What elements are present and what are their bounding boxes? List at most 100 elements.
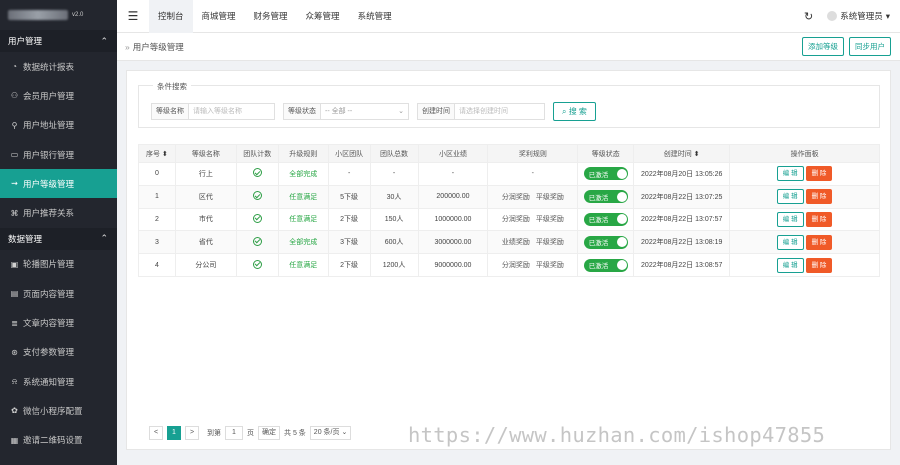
column-header-label: 团队计数 xyxy=(243,150,272,158)
sidebar-item[interactable]: ⌘ 用户推荐关系 xyxy=(0,198,117,227)
cell-zone-team: - xyxy=(327,162,371,186)
delete-button[interactable]: 删 除 xyxy=(805,257,833,273)
sidebar-item[interactable]: ⍾ 系统通知管理 xyxy=(0,367,117,396)
user-menu[interactable]: 系统管理员 ▾ xyxy=(827,10,890,22)
location-icon: ⚲ xyxy=(11,120,18,130)
cell-zone-performance: 9000000.00 xyxy=(417,253,489,277)
sort-icon[interactable]: ⬍ xyxy=(694,151,700,158)
sidebar-section-1[interactable]: 数据管理 ⌃ xyxy=(0,227,117,250)
sidebar-item[interactable]: ⊛ 支付参数管理 xyxy=(0,338,117,367)
sidebar-item[interactable]: ◔ 数据统计报表 xyxy=(0,52,117,81)
column-header[interactable]: 序号 ⬍ xyxy=(138,144,176,163)
sidebar-item[interactable]: ▣ 轮播图片管理 xyxy=(0,250,117,279)
top-nav-item[interactable]: 商城管理 xyxy=(193,0,245,33)
cell-team-total: - xyxy=(369,162,419,186)
reward-rule-tag: 平级奖励 xyxy=(535,193,564,201)
sidebar-item[interactable]: ⚇ 会员用户管理 xyxy=(0,81,117,110)
create-time-input[interactable]: 请选择创建时间 xyxy=(455,103,545,120)
goto-confirm-button[interactable]: 确定 xyxy=(258,426,280,440)
search-button[interactable]: ⌕ 搜 索 xyxy=(553,102,596,121)
edit-button[interactable]: 编 辑 xyxy=(776,234,804,250)
breadcrumb-bar: » 用户等级管理 添加等级 同步用户 xyxy=(117,33,900,61)
cell-status: 已激活 xyxy=(577,162,635,186)
sort-icon[interactable]: ⬍ xyxy=(162,151,168,158)
level-icon: ⇝ xyxy=(11,179,18,189)
page-1-button[interactable]: 1 xyxy=(167,426,181,440)
breadcrumb: » 用户等级管理 xyxy=(125,41,184,53)
cell-zone-team: 5下级 xyxy=(327,184,371,209)
toggle-knob xyxy=(616,168,627,179)
column-header: 等级状态 xyxy=(577,144,635,163)
bell-icon: ⍾ xyxy=(11,376,18,386)
column-header: 奖利规则 xyxy=(487,144,579,163)
menu-icon[interactable]: ☰ xyxy=(117,0,149,33)
sidebar-item[interactable]: ≣ 文章内容管理 xyxy=(0,308,117,337)
delete-button[interactable]: 删 除 xyxy=(805,189,833,205)
prev-page-button[interactable]: < xyxy=(149,426,163,440)
reward-rule-tag: 分润奖励 xyxy=(501,262,530,270)
table-row: 3 省代 全部完成 3下级 600人 3000000.00 业绩奖励 平级奖励 已激活 2022年… xyxy=(138,230,880,255)
top-nav-item[interactable]: 众筹管理 xyxy=(297,0,349,33)
bank-card-icon: ▭ xyxy=(10,150,19,160)
edit-button[interactable]: 编 辑 xyxy=(776,211,804,227)
sidebar-item[interactable]: ⇝ 用户等级管理 xyxy=(0,169,117,199)
chevron-up-icon: ⌃ xyxy=(100,233,108,244)
filter-legend: 条件搜索 xyxy=(153,81,191,92)
sidebar-section-0[interactable]: 用户管理 ⌃ xyxy=(0,30,117,52)
breadcrumb-current: 用户等级管理 xyxy=(132,41,184,52)
status-toggle[interactable]: 已激活 xyxy=(583,212,628,226)
cell-seq: 2 xyxy=(138,207,176,232)
level-name-input[interactable]: 请输入等级名称 xyxy=(189,103,275,120)
page-size-select[interactable]: 20 条/页 ⌄ xyxy=(309,426,352,440)
reward-rule-tag: 分润奖励 xyxy=(501,216,530,224)
column-header: 小区团队 xyxy=(327,144,371,163)
sidebar-item[interactable]: ⚲ 用户地址管理 xyxy=(0,111,117,140)
status-toggle[interactable]: 已激活 xyxy=(583,235,628,249)
toggle-knob xyxy=(616,214,627,225)
create-time-label: 创建时间 xyxy=(417,103,455,120)
cell-team-count xyxy=(235,184,279,209)
delete-button[interactable]: 删 除 xyxy=(805,166,833,182)
cell-upgrade-rule: 任意满足 xyxy=(277,207,329,232)
level-status-select[interactable]: -- 全部 -- ⌄ xyxy=(321,103,409,120)
add-level-button[interactable]: 添加等级 xyxy=(802,37,844,56)
cell-reward-rule: - xyxy=(487,162,579,186)
column-header[interactable]: 创建时间 ⬍ xyxy=(633,144,731,163)
reward-rule-tag: 业绩奖励 xyxy=(501,239,530,247)
logo[interactable]: v2.0 xyxy=(0,0,117,30)
sidebar-item[interactable]: ✿ 微信小程序配置 xyxy=(0,396,117,425)
sync-users-button[interactable]: 同步用户 xyxy=(849,37,891,56)
level-table: 序号 ⬍ 等级名称 团队计数 升级规则 小区团队 团队总数 小区业绩 奖利规则 等级状态 创建时间… xyxy=(138,144,880,277)
sidebar-item-label: 轮播图片管理 xyxy=(23,259,75,270)
top-nav-item[interactable]: 系统管理 xyxy=(349,0,401,33)
sidebar-item[interactable]: ▤ 页面内容管理 xyxy=(0,279,117,308)
cell-seq: 4 xyxy=(138,253,176,277)
cell-zone-team: 2下级 xyxy=(327,207,371,232)
delete-button[interactable]: 删 除 xyxy=(805,211,833,227)
cell-reward-rule: 分润奖励 平级奖励 xyxy=(487,207,579,232)
top-nav-item[interactable]: 控制台 xyxy=(149,0,193,33)
qrcode-icon: ▦ xyxy=(10,435,19,445)
filter-box: 条件搜索 等级名称 请输入等级名称 等级状态 -- 全部 -- ⌄ 创建时间 请… xyxy=(138,81,880,128)
sidebar-item[interactable]: ▦ 邀请二维码设置 xyxy=(0,426,117,455)
sidebar-item-label: 微信小程序配置 xyxy=(23,405,83,416)
edit-button[interactable]: 编 辑 xyxy=(776,166,804,182)
refresh-icon[interactable]: ↻ xyxy=(804,10,813,23)
sidebar-item-label: 会员用户管理 xyxy=(23,90,75,101)
status-toggle-label: 已激活 xyxy=(588,194,609,202)
edit-button[interactable]: 编 辑 xyxy=(776,189,804,205)
cell-create-time: 2022年08月22日 13:08:57 xyxy=(633,253,731,277)
cell-status: 已激活 xyxy=(577,207,635,232)
check-circle-icon xyxy=(252,191,262,201)
delete-button[interactable]: 删 除 xyxy=(805,234,833,250)
edit-button[interactable]: 编 辑 xyxy=(776,257,804,273)
page-input[interactable]: 1 xyxy=(225,426,243,440)
status-toggle[interactable]: 已激活 xyxy=(583,167,628,181)
status-toggle[interactable]: 已激活 xyxy=(583,258,628,272)
sidebar-item[interactable]: ▭ 用户银行管理 xyxy=(0,140,117,169)
status-toggle[interactable]: 已激活 xyxy=(583,190,628,204)
check-circle-icon xyxy=(252,213,262,223)
next-page-button[interactable]: > xyxy=(185,426,199,440)
top-nav-item[interactable]: 财务管理 xyxy=(245,0,297,33)
column-header-label: 团队总数 xyxy=(380,150,409,158)
